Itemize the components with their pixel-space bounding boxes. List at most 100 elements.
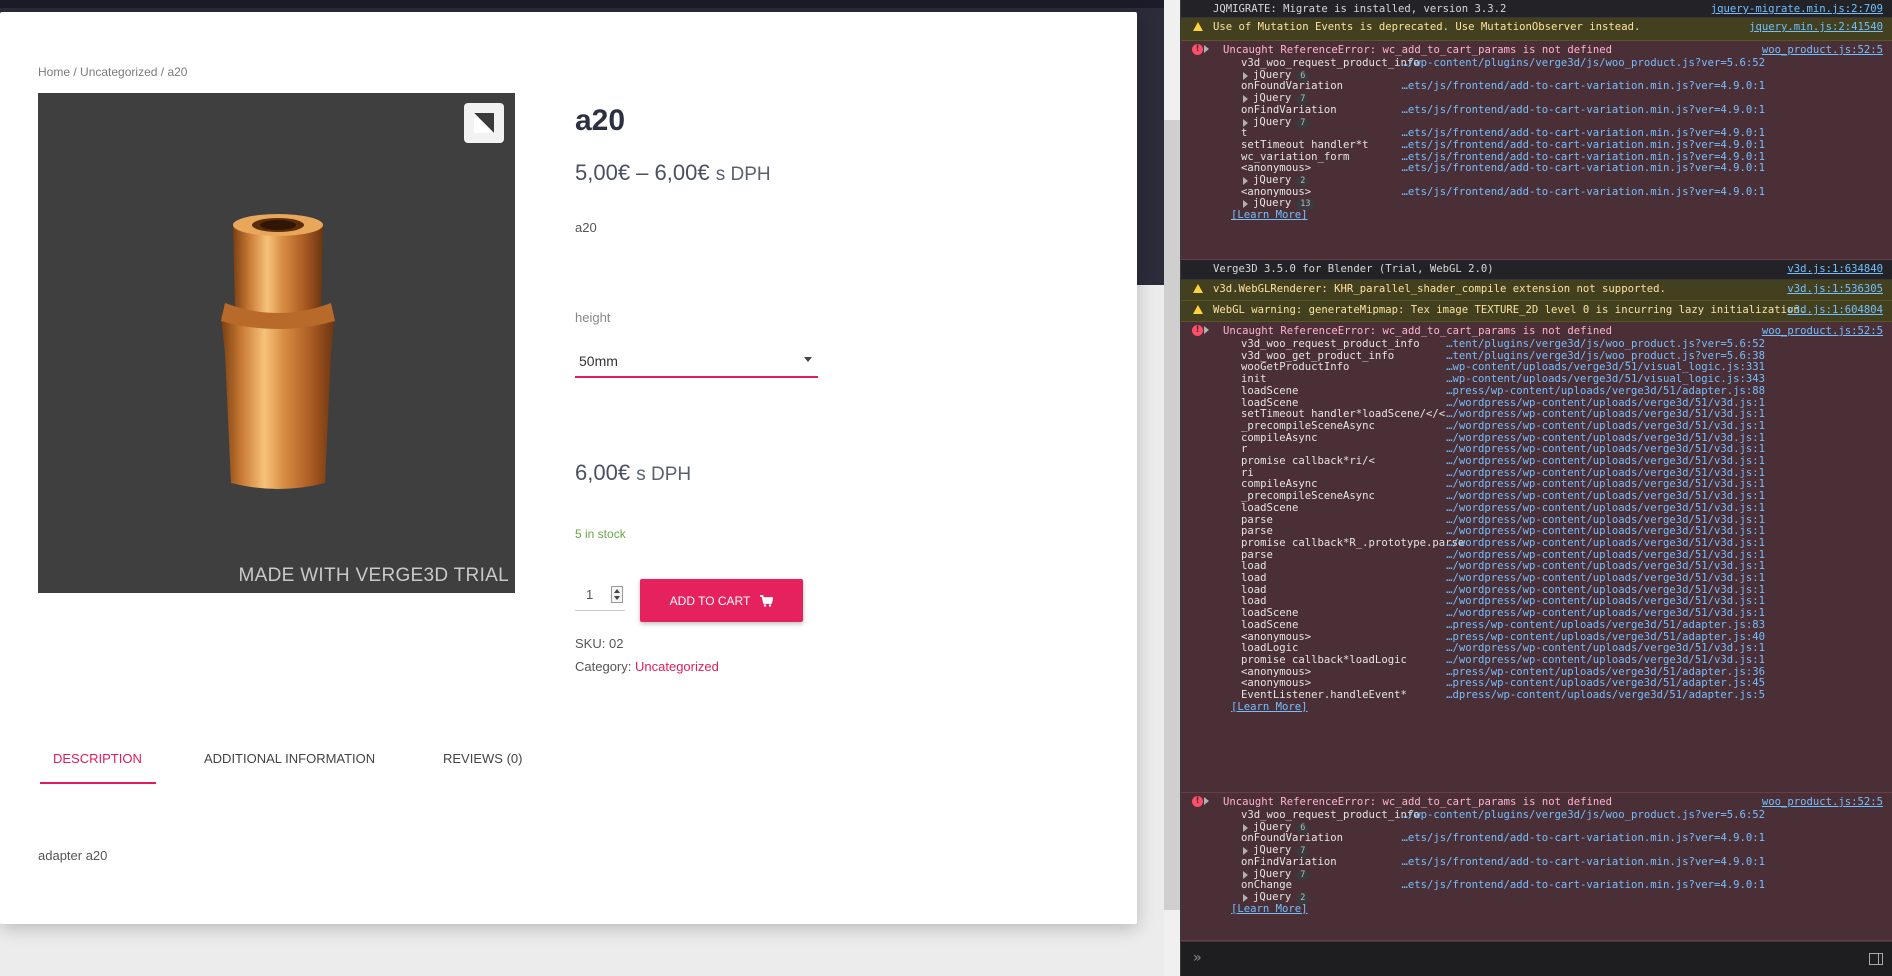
console-message-error[interactable]: ! Uncaught ReferenceError: wc_add_to_cart…	[1181, 793, 1892, 941]
stack-frame-function: promise callback*ri/<	[1241, 455, 1375, 467]
console-input[interactable]: »	[1181, 941, 1892, 976]
stack-frame-function: jQuery	[1253, 820, 1292, 833]
expand-group-icon[interactable]	[1243, 71, 1248, 80]
source-link[interactable]: jquery-migrate.min.js:2:709	[1711, 3, 1883, 15]
height-select[interactable]: 50mm	[575, 345, 818, 378]
expand-group-icon[interactable]	[1243, 177, 1248, 185]
expand-group-icon[interactable]	[1243, 118, 1248, 127]
source-link[interactable]: woo_product.js:52:5	[1762, 796, 1883, 808]
stack-frame-location[interactable]: …/wordpress/wp-content/uploads/verge3d/5…	[1446, 467, 1765, 479]
stack-frame-location[interactable]: …press/wp-content/uploads/verge3d/51/ada…	[1446, 619, 1765, 631]
height-select-value: 50mm	[579, 353, 618, 369]
console-message-error[interactable]: ! Uncaught ReferenceError: wc_add_to_cart…	[1181, 41, 1892, 260]
variation-price-value: 6,00€	[575, 460, 631, 485]
source-link[interactable]: jquery.min.js:2:41540	[1749, 21, 1883, 33]
tab-reviews[interactable]: REVIEWS (0)	[443, 751, 522, 766]
stack-frame-location[interactable]: …/wordpress/wp-content/uploads/verge3d/5…	[1446, 642, 1765, 654]
stack-frame-location[interactable]: …/wordpress/wp-content/uploads/verge3d/5…	[1446, 514, 1765, 526]
quantity-input[interactable]: 1	[575, 581, 625, 611]
tab-description[interactable]: DESCRIPTION	[53, 751, 142, 766]
tab-additional-information[interactable]: ADDITIONAL INFORMATION	[204, 751, 375, 766]
stack-frame-location[interactable]: …press/wp-content/uploads/verge3d/51/ada…	[1446, 666, 1765, 678]
stack-frame-location[interactable]: …/wordpress/wp-content/uploads/verge3d/5…	[1446, 525, 1765, 537]
stack-frame-location[interactable]: …tent/plugins/verge3d/js/woo_product.js?…	[1446, 338, 1765, 350]
stack-frame-location[interactable]: …ets/js/frontend/add-to-cart-variation.m…	[1401, 127, 1765, 139]
stack-frame-location[interactable]: …/wordpress/wp-content/uploads/verge3d/5…	[1446, 537, 1765, 549]
stack-frame-location[interactable]: …tent/plugins/verge3d/js/woo_product.js?…	[1446, 350, 1765, 362]
stack-frame-function: <anonymous>	[1241, 630, 1312, 643]
stack-frame-location[interactable]: …/wordpress/wp-content/uploads/verge3d/5…	[1446, 654, 1765, 666]
quantity-stepper[interactable]	[611, 586, 623, 603]
breadcrumb-home[interactable]: Home	[38, 65, 70, 79]
stack-frame-location[interactable]: …dpress/wp-content/uploads/verge3d/51/ad…	[1446, 689, 1765, 701]
split-console-icon[interactable]	[1869, 953, 1883, 965]
stack-frame-location[interactable]: …ets/js/frontend/add-to-cart-variation.m…	[1401, 139, 1765, 151]
fullscreen-button[interactable]	[464, 103, 504, 143]
learn-more-link[interactable]: [Learn More]	[1231, 701, 1308, 713]
stack-frame-location[interactable]: …/wordpress/wp-content/uploads/verge3d/5…	[1446, 432, 1765, 444]
stack-frame-location[interactable]: …/wordpress/wp-content/uploads/verge3d/5…	[1446, 549, 1765, 561]
expand-toggle-icon[interactable]	[1204, 45, 1209, 53]
stack-frame-location[interactable]: …press/wp-content/uploads/verge3d/51/ada…	[1446, 631, 1765, 643]
stack-frame-location[interactable]: …/wordpress/wp-content/uploads/verge3d/5…	[1446, 607, 1765, 619]
learn-more-link[interactable]: [Learn More]	[1231, 903, 1308, 915]
stack-frame-location[interactable]: …/wordpress/wp-content/uploads/verge3d/5…	[1446, 584, 1765, 596]
stack-frame-location[interactable]: …/wordpress/wp-content/uploads/verge3d/5…	[1446, 443, 1765, 455]
category-link[interactable]: Uncategorized	[635, 659, 719, 674]
stack-frame-location[interactable]: …ets/js/frontend/add-to-cart-variation.m…	[1401, 879, 1765, 891]
console-message-text: JQMIGRATE: Migrate is installed, version…	[1213, 3, 1507, 15]
stack-frame-location[interactable]: …ets/js/frontend/add-to-cart-variation.m…	[1401, 151, 1765, 163]
stack-frame-location[interactable]: …/wordpress/wp-content/uploads/verge3d/5…	[1446, 595, 1765, 607]
stack-frame-location[interactable]: …press/wp-content/uploads/verge3d/51/ada…	[1446, 385, 1765, 397]
stack-frame-location[interactable]: …ets/js/frontend/add-to-cart-variation.m…	[1401, 80, 1765, 92]
stack-frame-location[interactable]: …/wp-content/plugins/verge3d/js/woo_prod…	[1401, 57, 1765, 69]
expand-toggle-icon[interactable]	[1204, 797, 1209, 805]
stack-frame-location[interactable]: …ets/js/frontend/add-to-cart-variation.m…	[1401, 104, 1765, 116]
stack-frame-location[interactable]: …/wordpress/wp-content/uploads/verge3d/5…	[1446, 478, 1765, 490]
expand-group-icon[interactable]	[1243, 893, 1248, 902]
source-link[interactable]: woo_product.js:52:5	[1762, 44, 1883, 56]
source-link[interactable]: v3d.js:1:536305	[1787, 283, 1883, 295]
stack-frame-location[interactable]: …/wordpress/wp-content/uploads/verge3d/5…	[1446, 397, 1765, 409]
prompt-icon: »	[1193, 950, 1202, 966]
stack-frame-location[interactable]: …ets/js/frontend/add-to-cart-variation.m…	[1401, 832, 1765, 844]
verge3d-viewer[interactable]: MADE WITH VERGE3D TRIAL	[38, 93, 515, 593]
breadcrumb-category[interactable]: Uncategorized	[80, 65, 157, 79]
stack-frame-location[interactable]: …/wordpress/wp-content/uploads/verge3d/5…	[1446, 455, 1765, 467]
stack-frame-location[interactable]: …ets/js/frontend/add-to-cart-variation.m…	[1401, 856, 1765, 868]
console-message-error[interactable]: ! Uncaught ReferenceError: wc_add_to_cart…	[1181, 322, 1892, 793]
source-link[interactable]: woo_product.js:52:5	[1762, 325, 1883, 337]
stack-frame-location[interactable]: …/wordpress/wp-content/uploads/verge3d/5…	[1446, 420, 1765, 432]
stack-frame-location[interactable]: …ets/js/frontend/add-to-cart-variation.m…	[1401, 186, 1765, 198]
stack-frame-location[interactable]: …wp-content/uploads/verge3d/51/visual_lo…	[1446, 361, 1765, 373]
stack-frame-location[interactable]: …/wordpress/wp-content/uploads/verge3d/5…	[1446, 408, 1765, 420]
expand-toggle-icon[interactable]	[1204, 326, 1209, 334]
expand-group-icon[interactable]	[1243, 95, 1248, 104]
stack-frame-location[interactable]: …/wordpress/wp-content/uploads/verge3d/5…	[1446, 572, 1765, 584]
expand-group-icon[interactable]	[1243, 823, 1248, 832]
console-message-warn[interactable]: v3d.WebGLRenderer: KHR_parallel_shader_c…	[1181, 280, 1892, 301]
console-message-warn[interactable]: WebGL warning: generateMipmap: Tex image…	[1181, 301, 1892, 322]
stack-frame-location[interactable]: …/wordpress/wp-content/uploads/verge3d/5…	[1446, 560, 1765, 572]
add-to-cart-button[interactable]: ADD TO CART	[640, 579, 803, 622]
source-link[interactable]: v3d.js:1:634840	[1787, 263, 1883, 275]
expand-group-icon[interactable]	[1243, 200, 1248, 209]
learn-more-link[interactable]: [Learn More]	[1231, 209, 1308, 221]
fullscreen-icon	[474, 113, 494, 133]
console-message-warn[interactable]: Use of Mutation Events is deprecated. Us…	[1181, 18, 1892, 41]
page-scrollbar-thumb[interactable]	[1164, 120, 1180, 910]
warning-icon	[1193, 305, 1203, 314]
console-message-text: Uncaught ReferenceError: wc_add_to_cart_…	[1223, 796, 1613, 808]
expand-group-icon[interactable]	[1243, 870, 1248, 879]
stack-frame-function: promise callback*R_.prototype.parse	[1241, 536, 1465, 549]
stack-frame-location[interactable]: …ets/js/frontend/add-to-cart-variation.m…	[1401, 162, 1765, 174]
stack-frame-location[interactable]: …/wp-content/plugins/verge3d/js/woo_prod…	[1401, 809, 1765, 821]
stack-frame-location[interactable]: …wp-content/uploads/verge3d/51/visual_lo…	[1446, 373, 1765, 385]
stack-frame-location[interactable]: …/wordpress/wp-content/uploads/verge3d/5…	[1446, 490, 1765, 502]
console-message-log[interactable]: JQMIGRATE: Migrate is installed, version…	[1181, 0, 1892, 18]
stack-frame-location[interactable]: …/wordpress/wp-content/uploads/verge3d/5…	[1446, 502, 1765, 514]
console-message-log[interactable]: Verge3D 3.5.0 for Blender (Trial, WebGL …	[1181, 260, 1892, 280]
stack-frame-location[interactable]: …press/wp-content/uploads/verge3d/51/ada…	[1446, 677, 1765, 689]
expand-group-icon[interactable]	[1243, 847, 1248, 856]
source-link[interactable]: v3d.js:1:604804	[1787, 304, 1883, 316]
